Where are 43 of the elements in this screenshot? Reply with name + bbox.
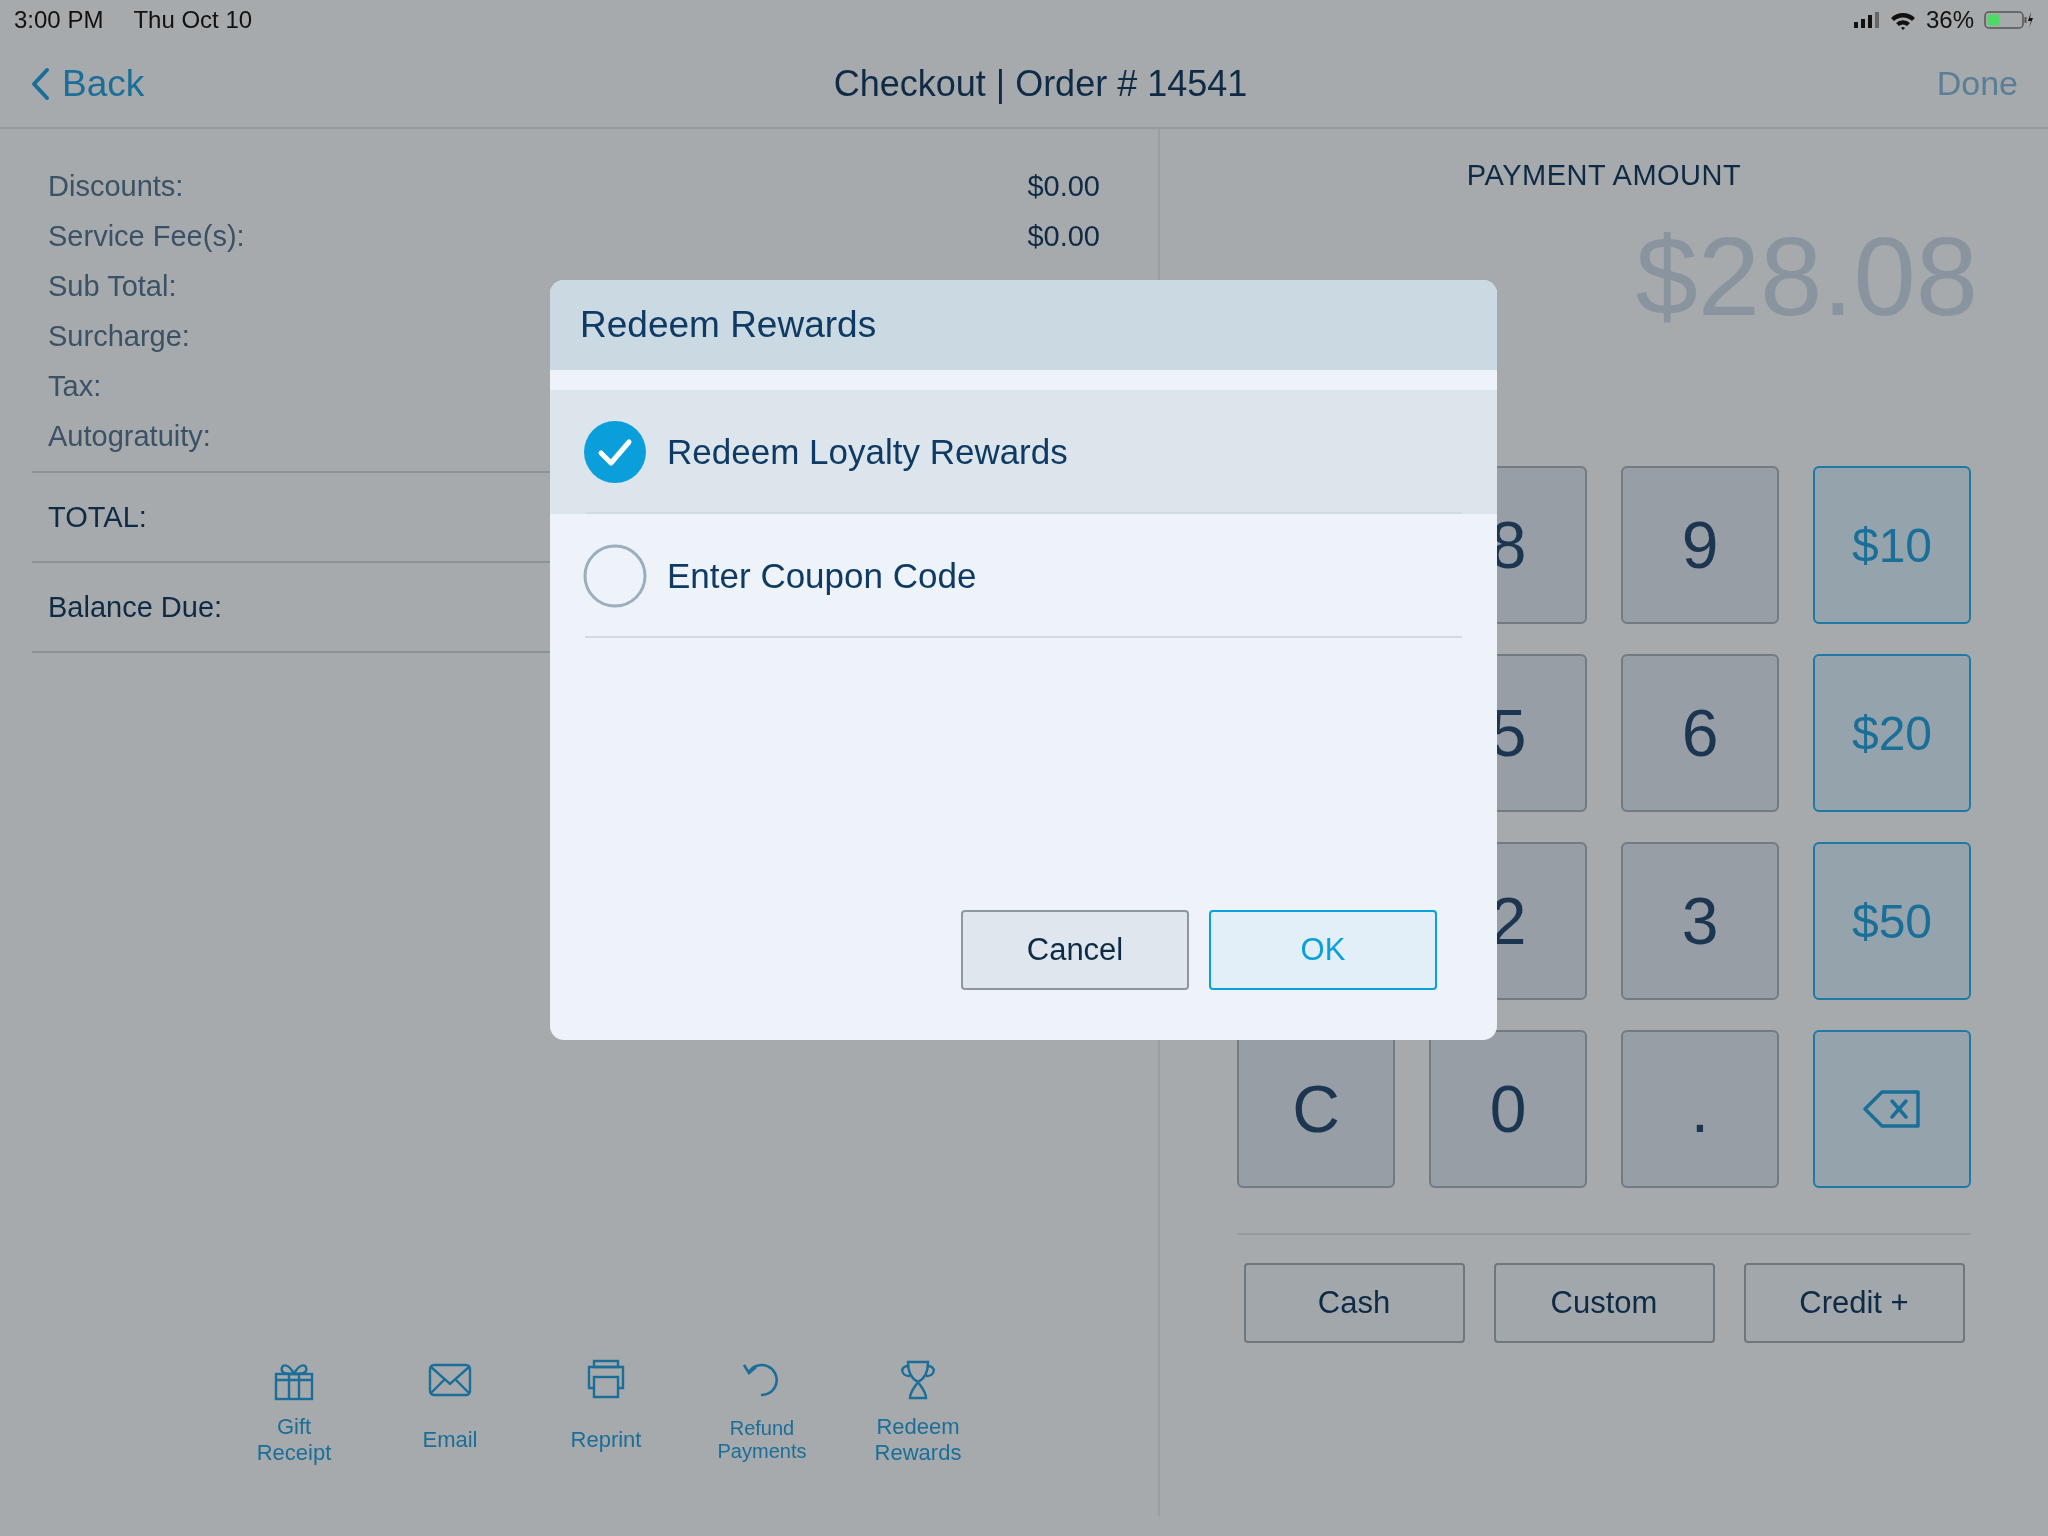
status-time: 3:00 PM [14,6,104,34]
cancel-button[interactable]: Cancel [961,910,1189,990]
payment-amount-heading: PAYMENT AMOUNT [1466,159,1742,192]
tender-button[interactable]: Credit + [1743,1263,1965,1343]
action-button[interactable]: Reprint [528,1358,684,1466]
backspace-icon [1862,1089,1922,1129]
summary-label: Surcharge: [48,319,190,353]
summary-label: Sub Total: [48,269,177,303]
summary-label: Service Fee(s): [48,219,245,253]
summary-label: Tax: [48,369,102,403]
keypad-key[interactable]: 9 [1621,466,1779,624]
backspace-key[interactable] [1813,1030,1971,1188]
radio-icon [583,544,647,608]
option-row[interactable]: Redeem Loyalty Rewards [550,390,1497,514]
keypad-key[interactable]: 3 [1621,842,1779,1000]
keypad-key[interactable]: 0 [1429,1030,1587,1188]
keypad-key[interactable]: . [1621,1030,1779,1188]
back-button[interactable]: Back [30,62,145,105]
battery-percent: 36% [1925,6,1974,34]
summary-value: $0.00 [1027,169,1100,203]
wifi-icon [1889,10,1916,30]
page-title: Checkout | Order # 14541 [833,62,1248,105]
dialog-title: Redeem Rewards [580,304,877,346]
total-label: TOTAL: [48,500,147,534]
action-button[interactable]: Refund Payments [684,1358,840,1466]
battery-icon [1984,10,2034,30]
balance-due-label: Balance Due: [48,590,223,624]
summary-label: Discounts: [48,169,184,203]
keypad-key[interactable]: 6 [1621,654,1779,812]
chevron-left-icon [30,66,50,101]
tender-button[interactable]: Cash [1243,1263,1465,1343]
summary-label: Autogratuity: [48,419,211,453]
status-date: Thu Oct 10 [133,6,253,34]
summary-value: $0.00 [1027,219,1100,253]
action-button[interactable]: Redeem Rewards [840,1358,996,1466]
option-label: Enter Coupon Code [667,556,977,596]
signal-icon [1853,12,1880,28]
action-button[interactable]: Email [372,1358,528,1466]
action-button[interactable]: Gift Receipt [216,1358,372,1466]
ok-button[interactable]: OK [1209,910,1437,990]
option-label: Redeem Loyalty Rewards [667,432,1068,472]
checked-radio-icon [583,420,647,484]
tender-button[interactable]: Custom [1493,1263,1715,1343]
